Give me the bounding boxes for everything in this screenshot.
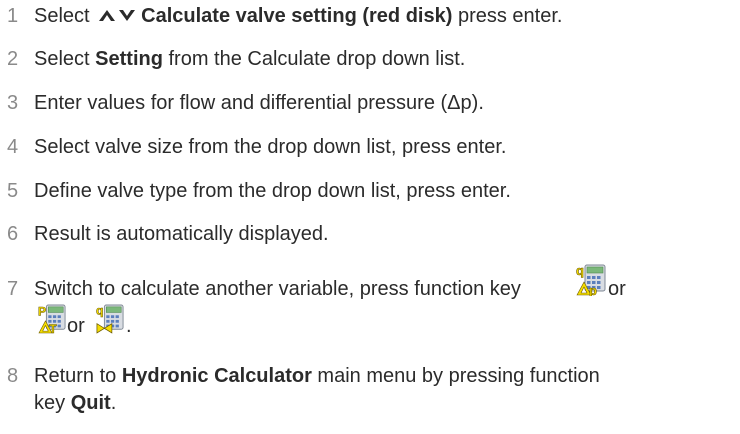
hydronic-calculator-label: Hydronic Calculator xyxy=(121,365,312,387)
step-text: Switch to calculate another variable, pr… xyxy=(34,263,626,337)
step-text: Select Setting from the Calculate drop d… xyxy=(34,48,466,70)
step-number: 1 xyxy=(7,5,19,27)
step-text: Define valve type from the drop down lis… xyxy=(34,180,511,202)
svg-text:p: p xyxy=(589,283,597,296)
calculate-valve-setting-label: Calculate valve setting (red disk) xyxy=(141,5,453,27)
step-number: 7 xyxy=(7,278,19,300)
svg-text:q: q xyxy=(96,304,103,317)
calculator-q-valve-icon[interactable]: q xyxy=(96,303,124,334)
step-text: Select Calculate valve setting (red disk… xyxy=(34,3,730,30)
svg-text:q: q xyxy=(576,264,584,278)
quit-key-label: Quit xyxy=(70,392,111,414)
calculator-p-delta-t-icon[interactable]: P T xyxy=(38,304,66,336)
step-number: 2 xyxy=(7,48,19,70)
calculator-q-delta-p-icon[interactable]: q p xyxy=(576,263,606,298)
instruction-page: { "steps": [ {"num": "1", "pre": "Select… xyxy=(0,0,740,434)
setting-label: Setting xyxy=(95,48,163,70)
step-number: 6 xyxy=(7,223,19,245)
step-text: Enter values for flow and differential p… xyxy=(34,92,484,114)
step-text: Return to Hydronic Calculator main menu … xyxy=(34,365,600,414)
step-number: 4 xyxy=(7,136,19,158)
up-down-arrows-icon xyxy=(97,3,137,30)
step-number: 8 xyxy=(7,365,19,387)
step-text: Select valve size from the drop down lis… xyxy=(34,136,507,158)
step-number: 3 xyxy=(7,92,19,114)
svg-text:P: P xyxy=(38,304,46,318)
step-number: 5 xyxy=(7,180,19,202)
step-text: Result is automatically displayed. xyxy=(34,223,329,245)
svg-text:T: T xyxy=(49,322,57,334)
